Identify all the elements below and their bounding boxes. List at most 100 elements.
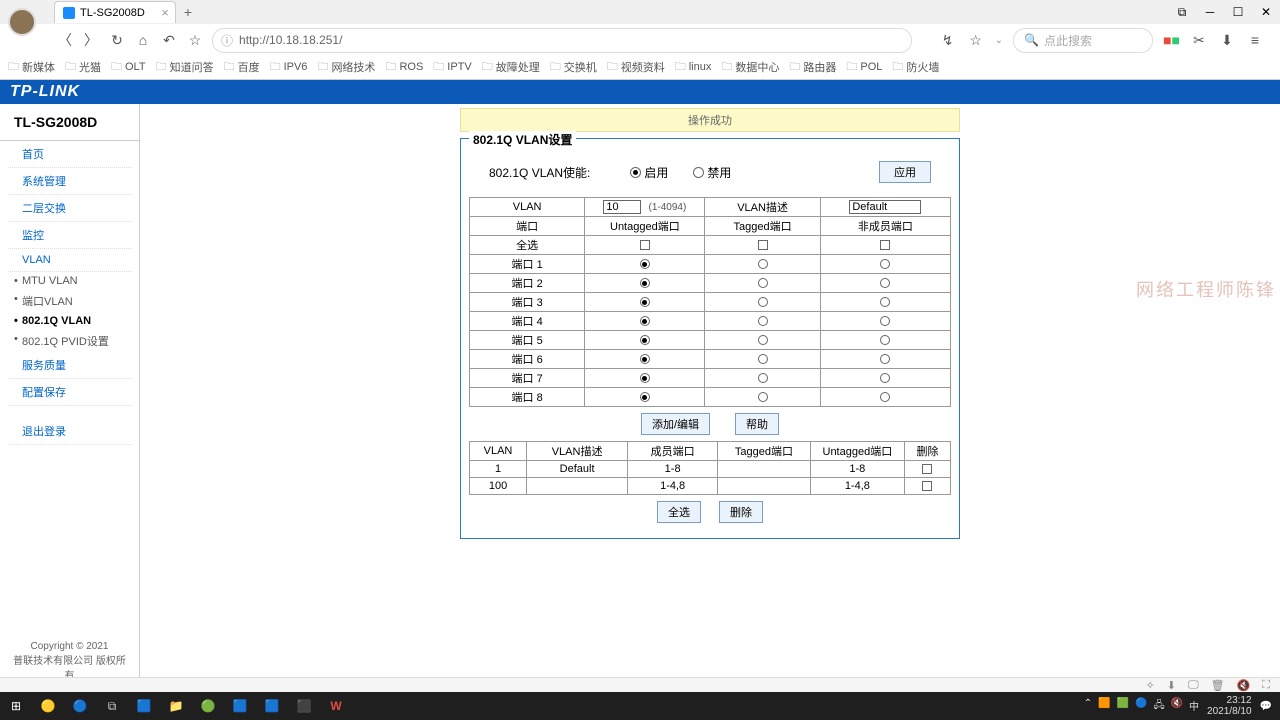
nonmember-radio[interactable] — [880, 297, 890, 307]
sidebar-item[interactable]: 服务质量 — [8, 352, 131, 379]
close-tab-icon[interactable]: × — [161, 5, 169, 20]
tag-radio[interactable] — [758, 278, 768, 288]
enable-radio-off[interactable]: 禁用 — [693, 164, 731, 181]
download-icon[interactable]: ⬇ — [1218, 31, 1236, 49]
bookmark-item[interactable]: 🗀数据中心 — [721, 58, 779, 77]
untag-radio[interactable] — [640, 373, 650, 383]
status-icon-6[interactable]: ⛶ — [1262, 679, 1270, 692]
enable-radio-on[interactable]: 启用 — [630, 164, 668, 181]
url-bar[interactable]: ⓘ http://10.18.18.251/ — [212, 28, 912, 53]
help-button[interactable]: 帮助 — [735, 413, 779, 435]
taskbar-wechat-icon[interactable]: 🟢 — [192, 692, 224, 720]
taskbar-chrome-icon[interactable]: 🟡 — [32, 692, 64, 720]
untag-radio[interactable] — [640, 392, 650, 402]
bookmark-item[interactable]: 🗀防火墙 — [892, 58, 939, 77]
sidebar-subitem[interactable]: MTU VLAN — [0, 272, 139, 290]
select-all-button[interactable]: 全选 — [657, 501, 701, 523]
status-icon-1[interactable]: ✧ — [1146, 679, 1155, 692]
tag-radio[interactable] — [758, 354, 768, 364]
taskbar-app-icon[interactable]: 🔵 — [64, 692, 96, 720]
sidebar-item[interactable]: 二层交换 — [8, 195, 131, 222]
tag-radio[interactable] — [758, 316, 768, 326]
pip-icon[interactable]: ⧉ — [1168, 1, 1196, 23]
tray-icon-3[interactable]: 🔵 — [1135, 698, 1147, 715]
sidebar-item[interactable]: 监控 — [8, 222, 131, 249]
status-icon-4[interactable]: 🗑 — [1211, 679, 1225, 692]
status-icon-3[interactable]: 🖵 — [1188, 679, 1199, 692]
bookmark-item[interactable]: 🗀IPTV — [433, 58, 471, 77]
reload-icon[interactable]: ↻ — [108, 31, 126, 49]
back-icon[interactable]: 〈 — [56, 31, 74, 49]
tray-network-icon[interactable]: 🖧 — [1153, 698, 1164, 715]
nonmember-radio[interactable] — [880, 316, 890, 326]
bookmark-item[interactable]: 🗀百度 — [224, 58, 260, 77]
bookmark-item[interactable]: 🗀路由器 — [789, 58, 836, 77]
bookmark-item[interactable]: 🗀交换机 — [550, 58, 597, 77]
tag-radio[interactable] — [758, 392, 768, 402]
tray-notification-icon[interactable]: 💬 — [1260, 701, 1272, 712]
nonmember-radio[interactable] — [880, 335, 890, 345]
tray-chevron-icon[interactable]: ⌃ — [1084, 698, 1092, 715]
vlan-desc-input[interactable] — [849, 200, 921, 214]
taskbar-explorer-icon[interactable]: 📁 — [160, 692, 192, 720]
bookmark-item[interactable]: 🗀POL — [846, 58, 882, 77]
sidebar-logout[interactable]: 退出登录 — [8, 418, 131, 445]
bookmark-item[interactable]: 🗀网络技术 — [317, 58, 375, 77]
select-all-tag[interactable] — [758, 240, 768, 250]
bookmark-item[interactable]: 🗀OLT — [111, 58, 146, 77]
bookmark-item[interactable]: 🗀linux — [675, 58, 712, 77]
tray-icon-1[interactable]: 🟧 — [1098, 698, 1110, 715]
tray-ime-icon[interactable]: 中 — [1189, 698, 1199, 715]
add-edit-button[interactable]: 添加/编辑 — [641, 413, 710, 435]
browser-search-input[interactable]: 🔍 点此搜索 — [1013, 28, 1153, 53]
bookmark-item[interactable]: 🗀新媒体 — [8, 58, 55, 77]
vlan-id-input[interactable] — [603, 200, 641, 214]
bookmark-item[interactable]: 🗀故障处理 — [482, 58, 540, 77]
start-button[interactable]: ⊞ — [0, 692, 32, 720]
maximize-button[interactable]: ☐ — [1224, 1, 1252, 23]
sidebar-subitem[interactable]: 802.1Q PVID设置 — [0, 330, 139, 352]
taskbar-taskview-icon[interactable]: ⧉ — [96, 692, 128, 720]
close-window-button[interactable]: ✕ — [1252, 1, 1280, 23]
taskbar-terminal-icon[interactable]: ⬛ — [288, 692, 320, 720]
bookmark-item[interactable]: 🗀IPV6 — [270, 58, 308, 77]
sidebar-item[interactable]: 首页 — [8, 141, 131, 168]
addr-chevron-icon[interactable]: ⌄ — [995, 35, 1003, 46]
fav-dropdown-icon[interactable]: ☆ — [967, 31, 985, 49]
sidebar-item[interactable]: VLAN — [8, 249, 131, 272]
sync-icon[interactable]: ↯ — [939, 31, 957, 49]
delete-checkbox[interactable] — [922, 464, 932, 474]
undo-nav-icon[interactable]: ↶ — [160, 31, 178, 49]
sidebar-subitem[interactable]: 端口VLAN — [0, 290, 139, 312]
delete-checkbox[interactable] — [922, 481, 932, 491]
nonmember-radio[interactable] — [880, 354, 890, 364]
nonmember-radio[interactable] — [880, 392, 890, 402]
taskbar-app2-icon[interactable]: 🟦 — [128, 692, 160, 720]
nonmember-radio[interactable] — [880, 259, 890, 269]
bookmark-item[interactable]: 🗀知道问答 — [156, 58, 214, 77]
taskbar-app4-icon[interactable]: 🟦 — [256, 692, 288, 720]
select-all-nonmember[interactable] — [880, 240, 890, 250]
nonmember-radio[interactable] — [880, 373, 890, 383]
sidebar-item[interactable]: 配置保存 — [8, 379, 131, 406]
sidebar-subitem[interactable]: 802.1Q VLAN — [0, 312, 139, 330]
menu-icon[interactable]: ≡ — [1246, 31, 1264, 49]
untag-radio[interactable] — [640, 316, 650, 326]
untag-radio[interactable] — [640, 278, 650, 288]
untag-radio[interactable] — [640, 259, 650, 269]
tray-volume-icon[interactable]: 🔇 — [1171, 698, 1183, 715]
tray-icon-2[interactable]: 🟩 — [1117, 698, 1129, 715]
tag-radio[interactable] — [758, 259, 768, 269]
untag-radio[interactable] — [640, 354, 650, 364]
nonmember-radio[interactable] — [880, 278, 890, 288]
status-icon-2[interactable]: ⬇ — [1167, 679, 1176, 692]
bookmark-item[interactable]: 🗀ROS — [385, 58, 423, 77]
user-avatar[interactable] — [8, 8, 36, 36]
delete-button[interactable]: 删除 — [719, 501, 763, 523]
scissors-icon[interactable]: ✂ — [1190, 31, 1208, 49]
grid-apps-icon[interactable]: ■■ — [1163, 32, 1180, 48]
home-icon[interactable]: ⌂ — [134, 31, 152, 49]
taskbar-wps-icon[interactable]: W — [320, 692, 352, 720]
taskbar-app3-icon[interactable]: 🟦 — [224, 692, 256, 720]
tag-radio[interactable] — [758, 373, 768, 383]
